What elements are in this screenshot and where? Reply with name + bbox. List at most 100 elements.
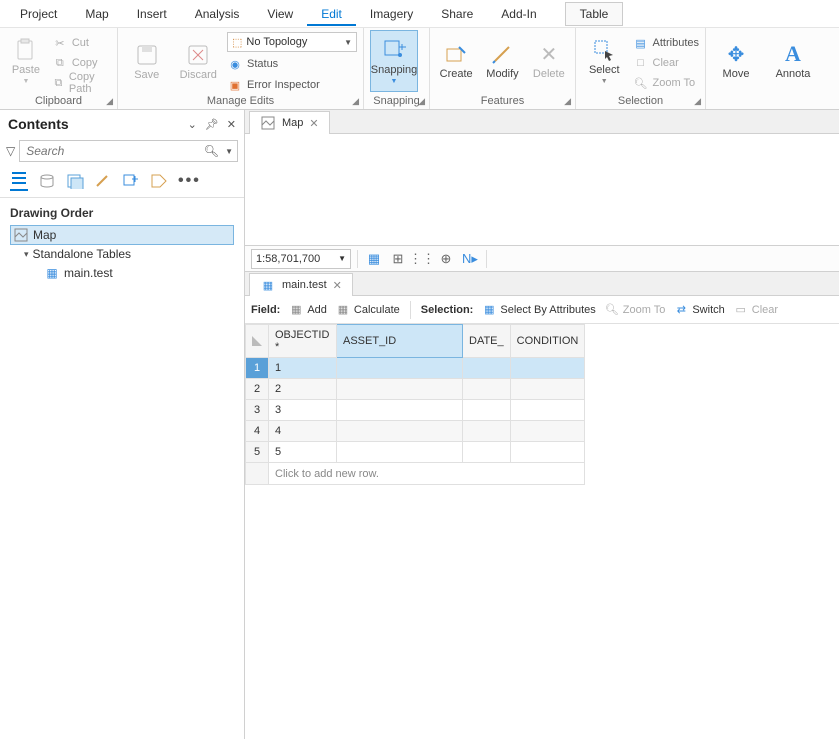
search-icon[interactable]: 🔍︎ [204,144,219,158]
discard-button[interactable]: Discard [176,31,222,93]
attributes-button[interactable]: ▤ Attributes [633,34,699,52]
table-row[interactable]: 11 [246,358,585,379]
menu-context-table[interactable]: Table [565,2,624,26]
copy-button[interactable]: ⧉ Copy [52,54,111,72]
row-selector[interactable]: 2 [246,379,269,400]
cell-condition[interactable] [510,442,585,463]
menu-share[interactable]: Share [427,2,487,26]
col-objectid[interactable]: OBJECTID * [269,325,337,358]
correction-tool-icon[interactable]: ⊕ [436,249,456,269]
status-button[interactable]: ◉ Status [227,55,357,73]
clear-selection-button[interactable]: □ Clear [633,54,699,72]
select-button[interactable]: Select ▼ [582,30,627,92]
add-field-button[interactable]: ▦ Add [288,302,327,318]
toc-tab-selection[interactable] [66,173,84,189]
paste-button[interactable]: Paste ▼ [6,30,46,92]
calculate-button[interactable]: ▦ Calculate [335,302,400,318]
close-tab-icon[interactable]: ✕ [309,117,318,130]
cell-date[interactable] [463,400,511,421]
cell-condition[interactable] [510,421,585,442]
menu-analysis[interactable]: Analysis [181,2,254,26]
row-selector[interactable] [246,463,269,485]
cell-date[interactable] [463,421,511,442]
cut-button[interactable]: ✂ Cut [52,34,111,52]
topology-dropdown[interactable]: ⬚ No Topology ▼ [227,32,357,52]
toc-tab-snapping[interactable] [122,173,140,189]
toc-tab-source[interactable] [38,173,56,189]
dialog-launcher-icon[interactable]: ◢ [694,96,701,107]
table-row[interactable]: 44 [246,421,585,442]
cell-condition[interactable] [510,400,585,421]
dialog-launcher-icon[interactable]: ◢ [564,96,571,107]
cell-date[interactable] [463,379,511,400]
filter-icon[interactable]: ▽ [6,144,15,158]
toc-map-node[interactable]: Map [10,225,234,245]
row-selector[interactable]: 4 [246,421,269,442]
toc-table-item[interactable]: ▦ main.test [10,263,234,283]
row-selector-header[interactable] [246,325,269,358]
dialog-launcher-icon[interactable]: ◢ [106,96,113,107]
row-selector[interactable]: 1 [246,358,269,379]
select-tool-icon[interactable]: ▦ [364,249,384,269]
delete-button[interactable]: ✕ Delete [529,30,569,92]
error-inspector-button[interactable]: ▣ Error Inspector [227,76,357,94]
cell-asset-id[interactable] [337,421,463,442]
toc-standalone-tables[interactable]: ▾ Standalone Tables [10,245,234,263]
toc-tab-label[interactable] [150,173,168,189]
modify-button[interactable]: Modify [482,30,522,92]
row-selector[interactable]: 3 [246,400,269,421]
cell-date[interactable] [463,358,511,379]
close-tab-icon[interactable]: ✕ [333,279,342,292]
cell-objectid[interactable]: 1 [269,358,337,379]
collapse-icon[interactable]: ▾ [24,249,29,260]
new-row[interactable]: Click to add new row. [246,463,585,485]
col-asset-id[interactable]: ASSET_ID [337,325,463,358]
map-tab[interactable]: Map ✕ [249,111,330,134]
zoom-to-sel-button[interactable]: 🔍︎ Zoom To [604,302,666,318]
pin-icon[interactable]: 📌︎ [205,118,219,131]
col-condition[interactable]: CONDITION [510,325,585,358]
search-field[interactable] [24,143,233,159]
snap-tool-icon[interactable]: ⋮⋮ [412,249,432,269]
toc-tab-more[interactable]: ••• [178,172,201,190]
clear-sel-button[interactable]: ▭ Clear [733,302,778,318]
search-input[interactable]: 🔍︎ ▼ [19,140,238,162]
table-tab[interactable]: ▦ main.test ✕ [249,273,353,296]
grid-tool-icon[interactable]: ⊞ [388,249,408,269]
cell-objectid[interactable]: 5 [269,442,337,463]
menu-imagery[interactable]: Imagery [356,2,427,26]
cell-objectid[interactable]: 3 [269,400,337,421]
attribute-table[interactable]: OBJECTID * ASSET_ID DATE_ CONDITION 1122… [245,324,585,485]
menu-view[interactable]: View [253,2,307,26]
dialog-launcher-icon[interactable]: ◢ [352,96,359,107]
map-canvas[interactable] [245,134,839,245]
snapping-button[interactable]: Snapping ▼ [370,30,418,92]
toc-tab-drawing-order[interactable] [10,170,28,191]
dropdown-arrow-icon[interactable]: ▼ [338,254,346,263]
save-edits-button[interactable]: Save [124,31,170,93]
cell-condition[interactable] [510,358,585,379]
zoom-to-button[interactable]: 🔍︎ Zoom To [633,74,699,92]
cell-date[interactable] [463,442,511,463]
table-row[interactable]: 55 [246,442,585,463]
menu-project[interactable]: Project [6,2,71,26]
scale-input[interactable]: 1:58,701,700 ▼ [251,249,351,269]
cell-objectid[interactable]: 4 [269,421,337,442]
move-button[interactable]: ✥ Move [712,30,760,92]
table-row[interactable]: 33 [246,400,585,421]
dropdown-arrow-icon[interactable]: ▼ [225,147,233,156]
close-icon[interactable]: ✕ [227,118,236,131]
cell-asset-id[interactable] [337,379,463,400]
table-row[interactable]: 22 [246,379,585,400]
toc-tab-edit[interactable] [94,173,112,189]
switch-button[interactable]: ⇄ Switch [673,302,724,318]
row-selector[interactable]: 5 [246,442,269,463]
autohide-icon[interactable]: ⌄ [188,118,197,131]
cell-condition[interactable] [510,379,585,400]
menu-addin[interactable]: Add-In [487,2,550,26]
cell-asset-id[interactable] [337,358,463,379]
create-button[interactable]: Create [436,30,476,92]
inference-tool-icon[interactable]: N▸ [460,249,480,269]
dialog-launcher-icon[interactable]: ◢ [418,96,425,107]
cell-objectid[interactable]: 2 [269,379,337,400]
